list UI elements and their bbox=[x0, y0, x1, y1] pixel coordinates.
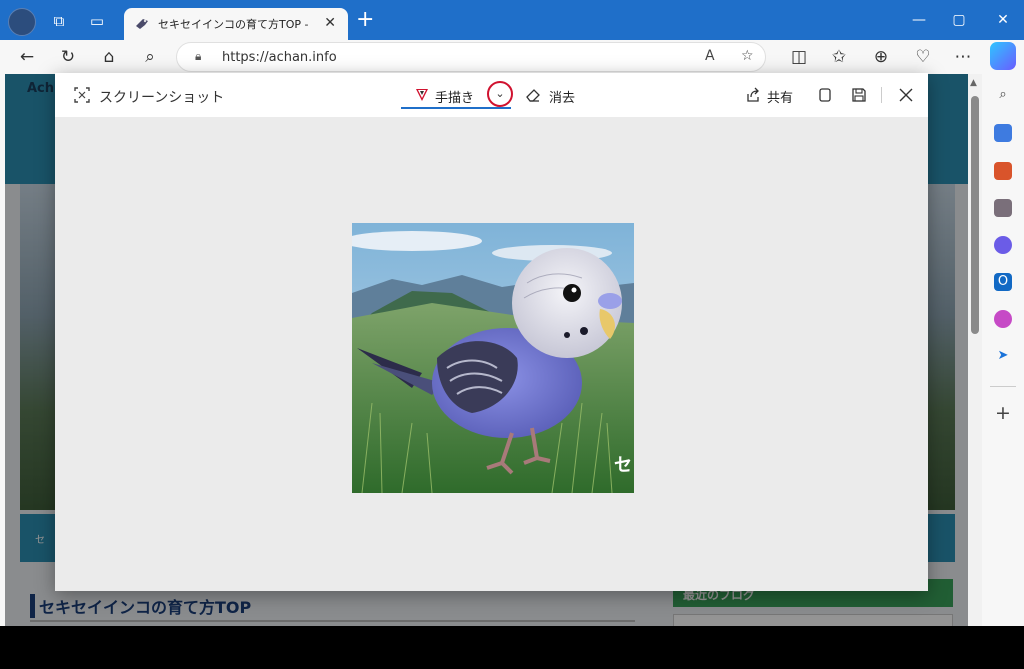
tab-actions-icon[interactable]: ▭ bbox=[86, 10, 108, 32]
edge-sidebar: ⌕ O ➤ + bbox=[982, 74, 1024, 626]
refresh-icon[interactable]: ↻ bbox=[55, 44, 81, 70]
tab-active[interactable]: セキセイインコの育て方TOP - セキセイ ✕ bbox=[124, 8, 348, 40]
active-underline bbox=[401, 107, 511, 109]
chevron-down-icon[interactable]: ⌄ bbox=[487, 81, 513, 107]
sidebar-divider bbox=[990, 386, 1016, 387]
captured-image[interactable]: セ bbox=[352, 223, 634, 493]
more-menu-icon[interactable]: ⋯ bbox=[950, 44, 976, 70]
header-divider bbox=[881, 87, 882, 103]
image-caption: セ bbox=[614, 455, 632, 476]
close-icon[interactable] bbox=[898, 87, 914, 103]
workspaces-icon[interactable]: ⧉ bbox=[48, 10, 70, 32]
share-button[interactable]: 共有 bbox=[745, 81, 801, 109]
close-tab-icon[interactable]: ✕ bbox=[324, 15, 336, 31]
collections-icon[interactable]: ⊕ bbox=[868, 44, 894, 70]
tools-briefcase-icon[interactable] bbox=[994, 162, 1012, 180]
tab-title: セキセイインコの育て方TOP - セキセイ bbox=[158, 18, 308, 31]
lock-icon[interactable]: 🔒︎ bbox=[195, 49, 201, 64]
bird-favicon-icon bbox=[136, 19, 148, 29]
close-window-icon[interactable]: ✕ bbox=[988, 8, 1018, 32]
favorites-icon[interactable]: ✩ bbox=[826, 44, 852, 70]
profile-avatar[interactable] bbox=[8, 8, 36, 36]
read-aloud-icon[interactable]: A bbox=[705, 48, 715, 64]
maximize-icon[interactable]: ▢ bbox=[944, 8, 974, 32]
url-text: https://achan.info bbox=[222, 50, 337, 65]
copilot-icon[interactable] bbox=[990, 42, 1016, 70]
eraser-icon bbox=[526, 89, 540, 102]
erase-label: 消去 bbox=[549, 91, 576, 106]
page-scrollbar[interactable]: ▲ bbox=[968, 74, 982, 626]
pen-icon bbox=[416, 89, 428, 101]
scroll-thumb[interactable] bbox=[971, 96, 979, 334]
title-bar: ⧉ ▭ セキセイインコの育て方TOP - セキセイ ✕ + — ▢ ✕ bbox=[0, 0, 1024, 40]
share-label: 共有 bbox=[767, 91, 794, 106]
save-icon[interactable] bbox=[851, 87, 867, 103]
screenshot-toolbar: スクリーンショット 手描き ⌄ 消去 共有 bbox=[55, 73, 928, 117]
browser-essentials-icon[interactable]: ♡ bbox=[910, 44, 936, 70]
search-icon[interactable]: ⌕ bbox=[137, 44, 163, 70]
designer-icon[interactable] bbox=[994, 310, 1012, 328]
address-bar[interactable]: 🔒︎ https://achan.info A ☆ bbox=[176, 42, 766, 72]
back-icon[interactable]: ← bbox=[14, 44, 40, 70]
home-icon[interactable]: ⌂ bbox=[96, 44, 122, 70]
games-icon[interactable] bbox=[994, 199, 1012, 217]
scroll-up-icon[interactable]: ▲ bbox=[970, 78, 977, 88]
favorite-star-icon[interactable]: ☆ bbox=[741, 48, 754, 64]
budgerigar-photo: セ bbox=[352, 223, 634, 493]
browser-window: ⧉ ▭ セキセイインコの育て方TOP - セキセイ ✕ + — ▢ ✕ ← ↻ … bbox=[0, 0, 1024, 626]
browser-toolbar: ← ↻ ⌂ ⌕ 🔒︎ https://achan.info A ☆ ◫ ✩ ⊕ … bbox=[0, 40, 1024, 74]
minimize-icon[interactable]: — bbox=[904, 8, 934, 32]
screenshot-title: スクリーンショット bbox=[99, 90, 225, 106]
screenshot-panel: スクリーンショット 手描き ⌄ 消去 共有 セ bbox=[55, 73, 928, 591]
share-icon bbox=[747, 87, 759, 102]
erase-button[interactable]: 消去 bbox=[525, 81, 585, 109]
shopping-tag-icon[interactable] bbox=[994, 124, 1012, 142]
new-tab-icon[interactable]: + bbox=[356, 9, 374, 31]
copy-icon[interactable] bbox=[817, 87, 833, 103]
draw-label: 手描き bbox=[435, 91, 475, 106]
split-screen-icon[interactable]: ◫ bbox=[786, 44, 812, 70]
sidebar-search-icon[interactable]: ⌕ bbox=[994, 86, 1012, 104]
microsoft-365-icon[interactable] bbox=[994, 236, 1012, 254]
screenshot-icon bbox=[74, 87, 90, 103]
add-sidebar-app-icon[interactable]: + bbox=[994, 404, 1012, 423]
drop-send-icon[interactable]: ➤ bbox=[994, 347, 1012, 365]
draw-button[interactable]: 手描き ⌄ bbox=[401, 81, 513, 109]
outlook-icon[interactable]: O bbox=[994, 273, 1012, 291]
